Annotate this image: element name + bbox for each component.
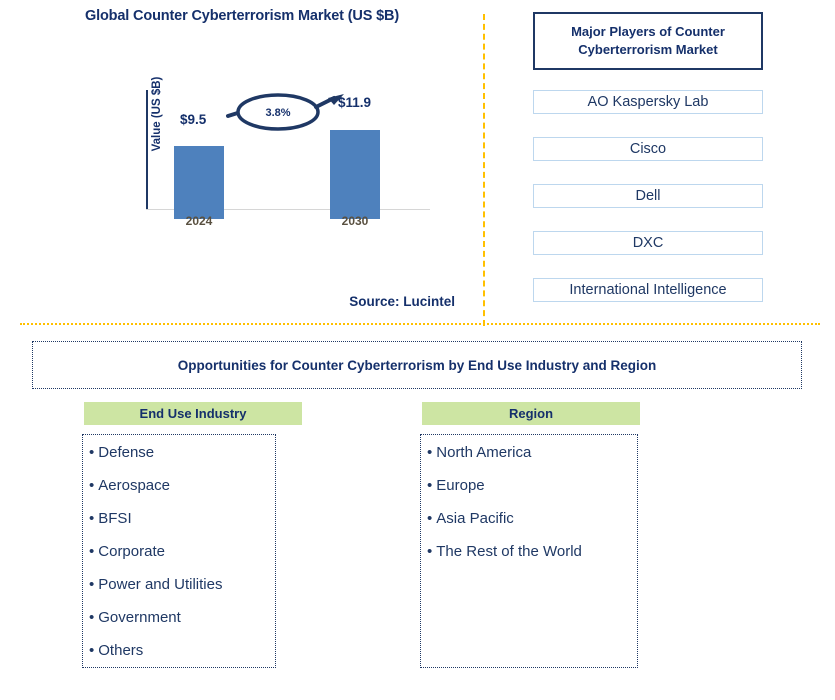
- bullet-icon: •: [427, 477, 433, 494]
- list-item: • Asia Pacific: [427, 511, 637, 526]
- list-item: • BFSI: [89, 511, 275, 526]
- y-axis-line: [146, 90, 148, 210]
- bar-value-2024: $9.5: [180, 112, 207, 127]
- list-item: • Government: [89, 610, 275, 625]
- list-item-label: The Rest of the World: [436, 543, 582, 560]
- major-players-header: Major Players of Counter Cyberterrorism …: [533, 12, 763, 70]
- bar-2030: [330, 130, 380, 219]
- market-chart-panel: Global Counter Cyberterrorism Market (US…: [0, 0, 484, 324]
- player-item[interactable]: AO Kaspersky Lab: [533, 90, 763, 114]
- list-item: • The Rest of the World: [427, 544, 637, 559]
- list-item-label: Defense: [98, 444, 155, 461]
- list-item-label: Power and Utilities: [98, 576, 223, 593]
- bullet-icon: •: [89, 642, 95, 659]
- list-item-label: Asia Pacific: [436, 510, 514, 527]
- player-item[interactable]: International Intelligence: [533, 278, 763, 302]
- bullet-icon: •: [89, 477, 95, 494]
- chart-title: Global Counter Cyberterrorism Market (US…: [84, 8, 400, 24]
- bullet-icon: •: [89, 609, 95, 626]
- chart-plot-area: Value (US $B) $9.5 $11.9 2024 2030 3.8%: [110, 77, 430, 228]
- player-item[interactable]: DXC: [533, 231, 763, 255]
- y-axis-label: Value (US $B): [151, 76, 163, 152]
- list-item: • Others: [89, 643, 275, 658]
- bullet-icon: •: [89, 576, 95, 593]
- list-item-label: Aerospace: [98, 477, 170, 494]
- list-item: • Corporate: [89, 544, 275, 559]
- player-item[interactable]: Dell: [533, 184, 763, 208]
- bullet-icon: •: [427, 444, 433, 461]
- x-tick-2024: 2024: [185, 214, 213, 228]
- region-list: • North America • Europe • Asia Pacific • Th…: [420, 434, 638, 668]
- list-item-label: North America: [436, 444, 532, 461]
- list-item-label: Government: [98, 609, 181, 626]
- player-item[interactable]: Cisco: [533, 137, 763, 161]
- list-item: • Aerospace: [89, 478, 275, 493]
- bullet-icon: •: [89, 510, 95, 527]
- list-item-label: Corporate: [98, 543, 165, 560]
- list-item: • Defense: [89, 445, 275, 460]
- bullet-icon: •: [89, 543, 95, 560]
- list-item: • North America: [427, 445, 637, 460]
- vertical-divider: [483, 14, 485, 326]
- end-use-industry-header: End Use Industry: [84, 402, 302, 425]
- list-item-label: Others: [98, 642, 144, 659]
- bullet-icon: •: [89, 444, 95, 461]
- x-tick-2030: 2030: [341, 214, 369, 228]
- cagr-value-label: 3.8%: [265, 107, 291, 119]
- opportunities-banner: Opportunities for Counter Cyberterrorism…: [32, 341, 802, 389]
- region-header: Region: [422, 402, 640, 425]
- list-item-label: Europe: [436, 477, 485, 494]
- major-players-panel: Major Players of Counter Cyberterrorism …: [490, 0, 835, 324]
- source-label: Source: Lucintel: [349, 294, 455, 309]
- bullet-icon: •: [427, 510, 433, 527]
- list-item-label: BFSI: [98, 510, 132, 527]
- bullet-icon: •: [427, 543, 433, 560]
- list-item: • Europe: [427, 478, 637, 493]
- bar-2024: [174, 146, 224, 219]
- list-item: • Power and Utilities: [89, 577, 275, 592]
- end-use-industry-list: • Defense • Aerospace • BFSI • Corporate • Po…: [82, 434, 276, 668]
